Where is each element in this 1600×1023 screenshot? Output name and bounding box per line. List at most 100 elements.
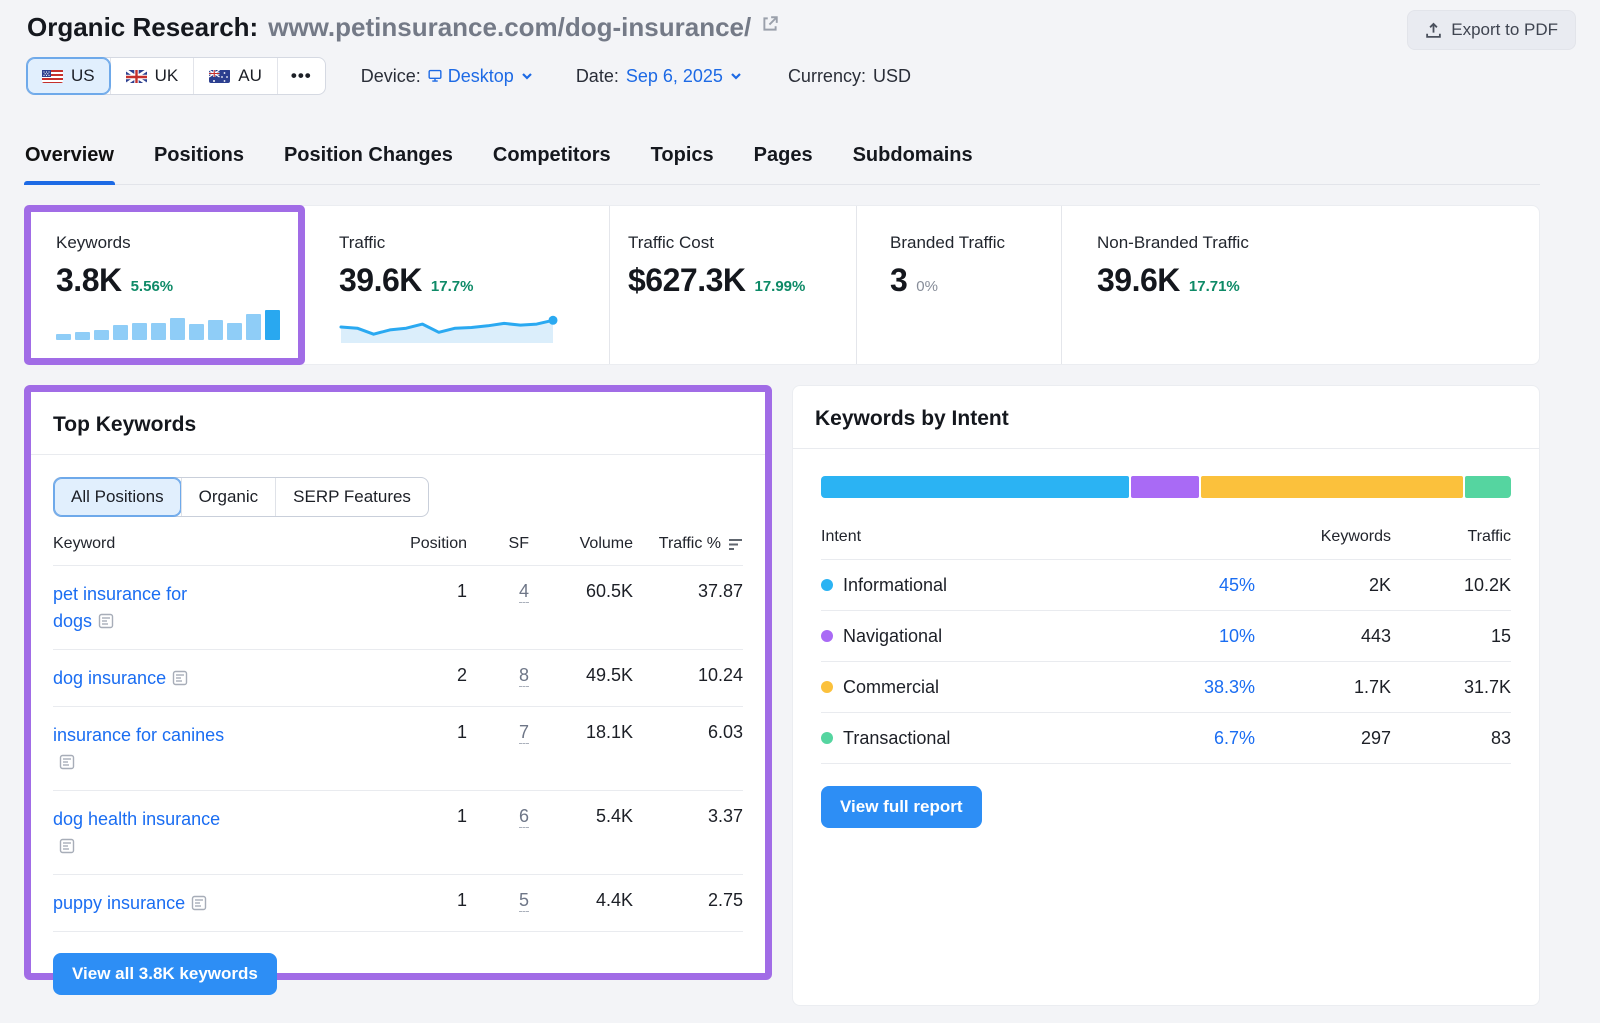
serp-features-icon[interactable]: [191, 892, 207, 908]
traffic-percent-value: 37.87: [637, 581, 743, 602]
percent-link[interactable]: 6.7%: [1214, 728, 1255, 748]
flag-us-icon: [42, 69, 63, 83]
table-row: puppy insurance154.4K2.75: [53, 874, 743, 931]
traffic-count: 31.7K: [1391, 677, 1511, 698]
sf-value[interactable]: 8: [519, 665, 529, 687]
top-keywords-title: Top Keywords: [53, 413, 743, 437]
sf-value[interactable]: 7: [519, 722, 529, 744]
metric-value: 3: [890, 262, 907, 299]
currency-value: USD: [873, 66, 911, 87]
intent-name: Informational: [843, 575, 947, 596]
bar: [56, 334, 71, 340]
keyword-cell: dog insurance: [53, 665, 228, 692]
date-value: Sep 6, 2025: [626, 66, 723, 87]
keyword-link[interactable]: dog health insurance: [53, 809, 220, 829]
percent-cell: 6.7%: [1135, 728, 1255, 749]
col-intent: Intent: [821, 528, 1135, 546]
country-tab-uk[interactable]: UK: [110, 58, 194, 94]
filter-tab-organic[interactable]: Organic: [181, 478, 276, 516]
bar: [246, 314, 261, 340]
traffic-trend-linechart: [339, 310, 609, 349]
view-full-report-button[interactable]: View full report: [821, 786, 982, 828]
sf-cell: 5: [471, 890, 529, 911]
chevron-down-icon: [520, 69, 534, 83]
percent-link[interactable]: 45%: [1219, 575, 1255, 595]
view-all-keywords-button[interactable]: View all 3.8K keywords: [53, 953, 277, 995]
percent-cell: 45%: [1135, 575, 1255, 596]
keyword-cell: pet insurance for dogs: [53, 581, 228, 635]
metric-keywords: Keywords 3.8K 5.56%: [25, 206, 309, 364]
keywords-count: 297: [1255, 728, 1391, 749]
metric-label: Branded Traffic: [890, 233, 1061, 253]
intent-name: Transactional: [843, 728, 950, 749]
tab-subdomains[interactable]: Subdomains: [852, 136, 974, 184]
external-link-icon[interactable]: [761, 15, 779, 33]
serp-features-icon[interactable]: [59, 751, 75, 767]
volume-value: 49.5K: [533, 665, 633, 686]
report-nav-tabs: Overview Positions Position Changes Competi…: [24, 136, 1540, 185]
tab-overview[interactable]: Overview: [24, 136, 115, 184]
volume-value: 5.4K: [533, 806, 633, 827]
metric-traffic-cost: Traffic Cost $627.3K 17.99%: [609, 206, 856, 364]
position-value: 2: [383, 665, 467, 686]
desktop-icon: [428, 69, 442, 83]
percent-link[interactable]: 38.3%: [1204, 677, 1255, 697]
sf-value[interactable]: 5: [519, 890, 529, 912]
percent-link[interactable]: 10%: [1219, 626, 1255, 646]
currency-filter: Currency: USD: [788, 66, 911, 87]
analyzed-url: www.petinsurance.com/dog-insurance/: [268, 12, 751, 43]
traffic-count: 15: [1391, 626, 1511, 647]
keyword-link[interactable]: insurance for canines: [53, 725, 224, 745]
filter-bar: USUKAU••• Device: Desktop Date: Sep 6, 2…: [26, 56, 911, 96]
keyword-cell: insurance for canines: [53, 722, 228, 776]
bar: [265, 310, 280, 340]
tab-positions[interactable]: Positions: [153, 136, 245, 184]
date-dropdown[interactable]: Sep 6, 2025: [626, 66, 743, 87]
tab-competitors[interactable]: Competitors: [492, 136, 612, 184]
top-keywords-panel: Top Keywords All PositionsOrganicSERP Fe…: [24, 385, 772, 980]
currency-label: Currency:: [788, 66, 866, 87]
more-countries-button[interactable]: •••: [277, 58, 325, 94]
device-filter: Device: Desktop: [361, 66, 534, 87]
keyword-link[interactable]: pet insurance for dogs: [53, 584, 187, 631]
filter-tab-serp-features[interactable]: SERP Features: [275, 478, 428, 516]
serp-features-icon[interactable]: [98, 610, 114, 626]
country-tab-au[interactable]: AU: [193, 58, 277, 94]
traffic-percent-value: 2.75: [637, 890, 743, 911]
sort-descending-icon[interactable]: [728, 538, 743, 551]
keyword-link[interactable]: dog insurance: [53, 668, 166, 688]
export-to-pdf-button[interactable]: Export to PDF: [1407, 10, 1576, 50]
tab-position-changes[interactable]: Position Changes: [283, 136, 454, 184]
device-dropdown[interactable]: Desktop: [428, 66, 534, 87]
table-row: Transactional 6.7%29783: [821, 712, 1511, 763]
table-header: Keyword Position SF Volume Traffic %: [53, 535, 743, 565]
metric-value: 39.6K: [339, 262, 422, 299]
col-keywords: Keywords: [1255, 528, 1391, 546]
filter-tab-all-positions[interactable]: All Positions: [54, 478, 181, 516]
country-tab-us[interactable]: US: [27, 58, 110, 94]
traffic-count: 83: [1391, 728, 1511, 749]
organic-research-page: Organic Research: www.petinsurance.com/d…: [0, 0, 1600, 1023]
position-value: 1: [383, 806, 467, 827]
metric-change: 0%: [916, 278, 938, 295]
metric-non-branded-traffic: Non-Branded Traffic 39.6K 17.71%: [1061, 206, 1539, 364]
metric-change: 17.7%: [431, 278, 474, 295]
sf-value[interactable]: 4: [519, 581, 529, 603]
bar: [94, 330, 109, 340]
volume-value: 18.1K: [533, 722, 633, 743]
tab-pages[interactable]: Pages: [753, 136, 814, 184]
serp-features-icon[interactable]: [59, 835, 75, 851]
sf-value[interactable]: 6: [519, 806, 529, 828]
tab-topics[interactable]: Topics: [650, 136, 715, 184]
flag-au-icon: [209, 69, 230, 83]
position-type-tabs: All PositionsOrganicSERP Features: [53, 477, 429, 517]
col-traffic: Traffic %: [659, 535, 721, 553]
serp-features-icon[interactable]: [172, 667, 188, 683]
keywords-trend-barchart: [56, 310, 284, 340]
page-header: Organic Research: www.petinsurance.com/d…: [27, 12, 779, 43]
bar: [151, 323, 166, 340]
intent-distribution-bar: [821, 476, 1511, 498]
keyword-link[interactable]: puppy insurance: [53, 893, 185, 913]
intent-segment-transactional: [1465, 476, 1511, 498]
bar: [75, 332, 90, 340]
